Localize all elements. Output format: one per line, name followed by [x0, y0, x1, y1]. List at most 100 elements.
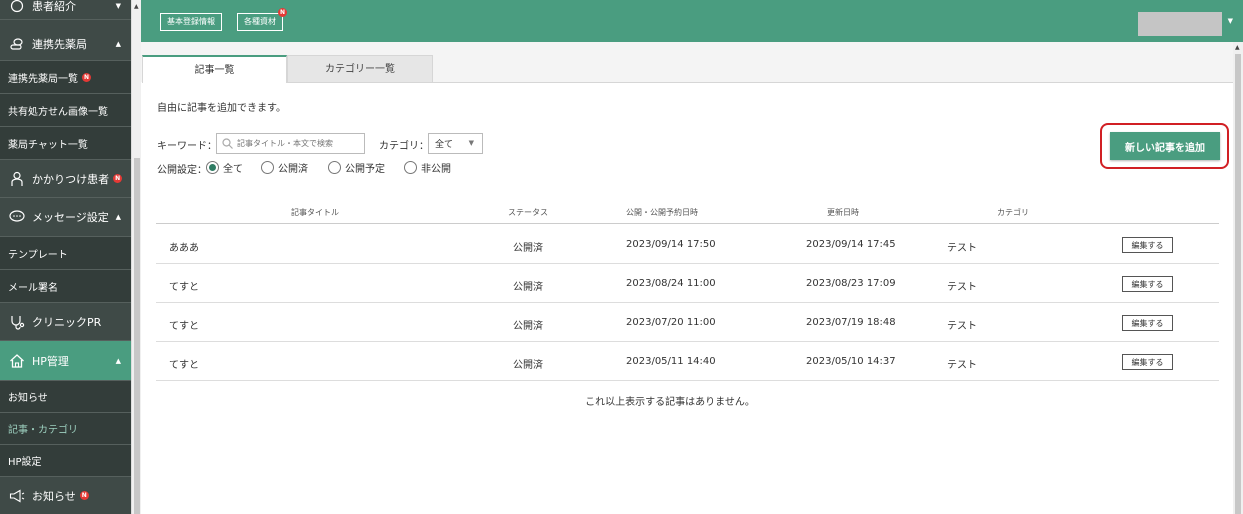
sidebar-item-announcements[interactable]: お知らせ N [0, 477, 131, 514]
sidebar-item-mail-signature[interactable]: メール署名 [0, 270, 131, 303]
search-field[interactable] [216, 133, 365, 154]
edit-button[interactable]: 編集する [1122, 237, 1173, 253]
sidebar-item-label: 記事・カテゴリ [8, 425, 78, 436]
column-header-updated: 更新日時 [827, 208, 859, 217]
column-header-category: カテゴリ [997, 208, 1029, 217]
sidebar-item-clinic-pr[interactable]: クリニックPR [0, 303, 131, 341]
radio-circle[interactable] [404, 161, 417, 174]
cell-status: 公開済 [513, 321, 543, 332]
sidebar-item-template[interactable]: テンプレート [0, 237, 131, 270]
cell-category: テスト [947, 243, 977, 254]
publish-setting-label: 公開設定： [157, 165, 207, 176]
keyword-label: キーワード： [157, 141, 217, 152]
category-label: カテゴリ： [379, 141, 429, 152]
chevron-up-icon: ▲ [115, 40, 121, 48]
sidebar-item-message-settings[interactable]: メッセージ設定 ▲ [0, 198, 131, 237]
chevron-up-icon: ▲ [115, 356, 121, 365]
main-scrollbar-thumb[interactable] [1235, 54, 1241, 514]
sidebar-item-label: かかりつけ患者 [32, 172, 110, 186]
materials-button[interactable]: 各種資材 N [237, 8, 287, 31]
cell-category: テスト [947, 282, 977, 293]
cell-published: 2023/08/24 11:00 [626, 278, 716, 289]
sidebar-item-label: メール署名 [8, 282, 58, 294]
add-article-button[interactable]: 新しい記事を追加 [1110, 132, 1220, 160]
basic-info-button[interactable]: 基本登録情報 [160, 13, 222, 31]
radio-published[interactable]: 公開済 [261, 160, 308, 175]
sidebar-item-label: テンプレート [8, 249, 68, 261]
cell-category: テスト [947, 360, 977, 371]
chevron-up-icon: ▲ [115, 213, 121, 221]
referral-icon [8, 0, 26, 15]
sidebar-item-label: 薬局チャット一覧 [8, 139, 88, 151]
cell-published: 2023/09/14 17:50 [626, 239, 716, 250]
page-description: 自由に記事を追加できます。 [157, 103, 286, 114]
column-header-title: 記事タイトル [291, 208, 339, 217]
cell-published: 2023/07/20 11:00 [626, 317, 716, 328]
person-icon [8, 170, 26, 188]
table-row: あああ 公開済 2023/09/14 17:50 2023/09/14 17:4… [156, 225, 1219, 264]
sidebar-item-articles-categories[interactable]: 記事・カテゴリ [0, 413, 131, 445]
chevron-down-icon[interactable]: ▼ [1228, 17, 1233, 25]
radio-unpublished[interactable]: 非公開 [404, 160, 451, 175]
radio-circle[interactable] [206, 161, 219, 174]
stethoscope-icon [8, 313, 26, 331]
category-select[interactable]: 全て ▼ [428, 133, 483, 154]
sidebar-item-label: 連携先薬局 [32, 38, 87, 51]
sidebar-item-hp-admin[interactable]: HP管理 ▲ [0, 341, 131, 381]
edit-button[interactable]: 編集する [1122, 354, 1173, 370]
cell-published: 2023/05/11 14:40 [626, 356, 716, 367]
sidebar-scrollbar-thumb[interactable] [134, 158, 140, 514]
sidebar-item-patient-referral[interactable]: 患者紹介 ▼ [0, 0, 131, 20]
home-icon [8, 352, 26, 370]
search-input[interactable] [237, 139, 357, 148]
cell-title: てすと [169, 360, 199, 371]
tab-label: 記事一覧 [194, 65, 235, 76]
cell-updated: 2023/09/14 17:45 [806, 239, 896, 250]
sidebar-item-shared-prescriptions[interactable]: 共有処方せん画像一覧 [0, 94, 131, 127]
radio-scheduled[interactable]: 公開予定 [328, 160, 385, 175]
chevron-down-icon: ▼ [115, 1, 121, 10]
sidebar-item-hp-settings[interactable]: HP設定 [0, 445, 131, 477]
radio-circle[interactable] [328, 161, 341, 174]
cell-status: 公開済 [513, 243, 543, 254]
radio-circle[interactable] [261, 161, 274, 174]
table-row: てすと 公開済 2023/08/24 11:00 2023/08/23 17:0… [156, 264, 1219, 303]
cell-title: あああ [169, 243, 199, 254]
sidebar-item-label: HP管理 [32, 354, 69, 368]
main-scrollbar[interactable]: ▲ [1233, 42, 1243, 514]
sidebar-item-label: 患者紹介 [32, 0, 76, 13]
sidebar-item-label: お知らせ [8, 393, 48, 404]
edit-button[interactable]: 編集する [1122, 315, 1173, 331]
main-content: 記事一覧 カテゴリー一覧 自由に記事を追加できます。 キーワード： カテゴリ： … [141, 42, 1233, 514]
sidebar-item-news[interactable]: お知らせ [0, 381, 131, 413]
sidebar-scrollbar[interactable]: ▲ [131, 0, 141, 514]
cell-updated: 2023/05/10 14:37 [806, 356, 896, 367]
table-header: 記事タイトル ステータス 公開・公開予約日時 更新日時 カテゴリ [156, 199, 1219, 224]
materials-label: 各種資材 [244, 17, 276, 26]
sidebar-item-pharmacy-chat[interactable]: 薬局チャット一覧 [0, 127, 131, 160]
radio-all[interactable]: 全て [206, 160, 243, 175]
radio-label: 非公開 [421, 164, 451, 175]
megaphone-icon [8, 487, 26, 505]
sidebar-item-patients[interactable]: かかりつけ患者 N [0, 160, 131, 198]
radio-label: 全て [223, 164, 243, 175]
user-menu[interactable] [1138, 12, 1222, 36]
scroll-up-icon[interactable]: ▲ [134, 3, 139, 10]
cell-category: テスト [947, 321, 977, 332]
sidebar: 患者紹介 ▼ 連携先薬局 ▲ 連携先薬局一覧 N 共有処方せん画像一覧 薬局チャ… [0, 0, 131, 514]
cell-title: てすと [169, 282, 199, 293]
cell-status: 公開済 [513, 282, 543, 293]
tab-articles[interactable]: 記事一覧 [142, 55, 287, 83]
add-button-highlight: 新しい記事を追加 [1100, 123, 1229, 169]
tab-categories[interactable]: カテゴリー一覧 [287, 55, 433, 83]
sidebar-item-pharmacy[interactable]: 連携先薬局 ▲ [0, 28, 131, 61]
cell-title: てすと [169, 321, 199, 332]
edit-button[interactable]: 編集する [1122, 276, 1173, 292]
sidebar-item-label: 連携先薬局一覧 [8, 73, 78, 85]
sidebar-item-label: クリニックPR [32, 315, 102, 329]
sidebar-item-pharmacy-list[interactable]: 連携先薬局一覧 N [0, 61, 131, 94]
search-icon [222, 138, 233, 149]
scroll-up-icon[interactable]: ▲ [1235, 44, 1240, 51]
pharmacy-icon [8, 35, 26, 53]
radio-label: 公開予定 [345, 164, 385, 175]
